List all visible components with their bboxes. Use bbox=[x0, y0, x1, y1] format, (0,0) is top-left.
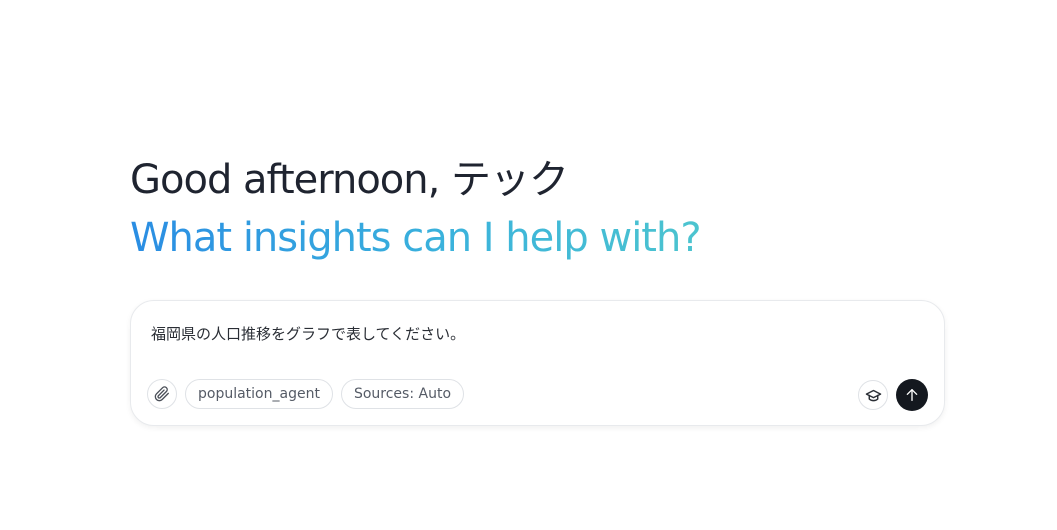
prompt-input[interactable]: 福岡県の人口推移をグラフで表してください。 bbox=[151, 323, 465, 344]
page: Good afternoon, テック What insights can I … bbox=[0, 0, 1057, 530]
send-button[interactable] bbox=[896, 379, 928, 411]
sources-selector-chip[interactable]: Sources: Auto bbox=[340, 379, 465, 409]
agent-selector-chip[interactable]: population_agent bbox=[185, 379, 333, 409]
attach-button[interactable] bbox=[147, 379, 177, 409]
greeting-heading: Good afternoon, テック bbox=[130, 157, 569, 203]
graduation-cap-icon bbox=[865, 387, 882, 404]
subtitle-heading: What insights can I help with? bbox=[130, 210, 702, 266]
arrow-up-icon bbox=[904, 387, 920, 403]
composer-toolbar-right bbox=[858, 379, 928, 411]
composer-toolbar-left: population_agent Sources: Auto bbox=[147, 379, 465, 409]
learn-mode-button[interactable] bbox=[858, 380, 888, 410]
paperclip-icon bbox=[154, 386, 170, 402]
prompt-composer[interactable]: 福岡県の人口推移をグラフで表してください。 population_agent S… bbox=[130, 300, 945, 426]
